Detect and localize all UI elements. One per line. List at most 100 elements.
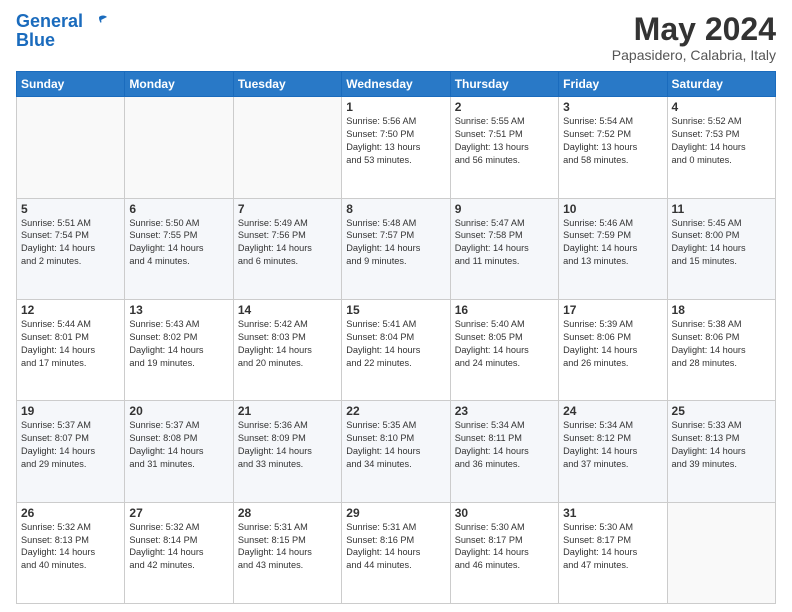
calendar-cell: 8Sunrise: 5:48 AMSunset: 7:57 PMDaylight… [342, 198, 450, 299]
day-number: 17 [563, 303, 662, 317]
day-number: 9 [455, 202, 554, 216]
day-number: 6 [129, 202, 228, 216]
calendar-week-row: 19Sunrise: 5:37 AMSunset: 8:07 PMDayligh… [17, 401, 776, 502]
calendar-cell: 13Sunrise: 5:43 AMSunset: 8:02 PMDayligh… [125, 299, 233, 400]
calendar-cell: 25Sunrise: 5:33 AMSunset: 8:13 PMDayligh… [667, 401, 775, 502]
weekday-header: Tuesday [233, 72, 341, 97]
calendar-week-row: 26Sunrise: 5:32 AMSunset: 8:13 PMDayligh… [17, 502, 776, 603]
day-number: 26 [21, 506, 120, 520]
calendar-cell: 24Sunrise: 5:34 AMSunset: 8:12 PMDayligh… [559, 401, 667, 502]
logo-general: General [16, 11, 83, 31]
calendar-cell: 28Sunrise: 5:31 AMSunset: 8:15 PMDayligh… [233, 502, 341, 603]
calendar-cell: 21Sunrise: 5:36 AMSunset: 8:09 PMDayligh… [233, 401, 341, 502]
day-info: Sunrise: 5:33 AMSunset: 8:13 PMDaylight:… [672, 419, 771, 471]
day-info: Sunrise: 5:47 AMSunset: 7:58 PMDaylight:… [455, 217, 554, 269]
day-info: Sunrise: 5:30 AMSunset: 8:17 PMDaylight:… [455, 521, 554, 573]
day-number: 23 [455, 404, 554, 418]
weekday-header-row: SundayMondayTuesdayWednesdayThursdayFrid… [17, 72, 776, 97]
calendar-week-row: 1Sunrise: 5:56 AMSunset: 7:50 PMDaylight… [17, 97, 776, 198]
calendar-cell [125, 97, 233, 198]
weekday-header: Monday [125, 72, 233, 97]
day-number: 5 [21, 202, 120, 216]
calendar-cell: 23Sunrise: 5:34 AMSunset: 8:11 PMDayligh… [450, 401, 558, 502]
day-info: Sunrise: 5:52 AMSunset: 7:53 PMDaylight:… [672, 115, 771, 167]
day-number: 2 [455, 100, 554, 114]
day-info: Sunrise: 5:35 AMSunset: 8:10 PMDaylight:… [346, 419, 445, 471]
day-number: 30 [455, 506, 554, 520]
day-info: Sunrise: 5:54 AMSunset: 7:52 PMDaylight:… [563, 115, 662, 167]
day-info: Sunrise: 5:36 AMSunset: 8:09 PMDaylight:… [238, 419, 337, 471]
calendar-cell: 30Sunrise: 5:30 AMSunset: 8:17 PMDayligh… [450, 502, 558, 603]
day-info: Sunrise: 5:31 AMSunset: 8:15 PMDaylight:… [238, 521, 337, 573]
location: Papasidero, Calabria, Italy [612, 47, 776, 63]
day-number: 27 [129, 506, 228, 520]
page: General Blue May 2024 Papasidero, Calabr… [0, 0, 792, 612]
day-info: Sunrise: 5:56 AMSunset: 7:50 PMDaylight:… [346, 115, 445, 167]
weekday-header: Wednesday [342, 72, 450, 97]
day-number: 3 [563, 100, 662, 114]
day-info: Sunrise: 5:34 AMSunset: 8:12 PMDaylight:… [563, 419, 662, 471]
day-info: Sunrise: 5:46 AMSunset: 7:59 PMDaylight:… [563, 217, 662, 269]
day-info: Sunrise: 5:49 AMSunset: 7:56 PMDaylight:… [238, 217, 337, 269]
calendar-cell [17, 97, 125, 198]
day-info: Sunrise: 5:37 AMSunset: 8:08 PMDaylight:… [129, 419, 228, 471]
calendar-cell: 9Sunrise: 5:47 AMSunset: 7:58 PMDaylight… [450, 198, 558, 299]
day-number: 7 [238, 202, 337, 216]
day-number: 15 [346, 303, 445, 317]
day-number: 21 [238, 404, 337, 418]
day-info: Sunrise: 5:45 AMSunset: 8:00 PMDaylight:… [672, 217, 771, 269]
calendar-cell: 15Sunrise: 5:41 AMSunset: 8:04 PMDayligh… [342, 299, 450, 400]
calendar-cell: 26Sunrise: 5:32 AMSunset: 8:13 PMDayligh… [17, 502, 125, 603]
calendar-cell: 2Sunrise: 5:55 AMSunset: 7:51 PMDaylight… [450, 97, 558, 198]
day-number: 18 [672, 303, 771, 317]
title-block: May 2024 Papasidero, Calabria, Italy [612, 12, 776, 63]
day-info: Sunrise: 5:41 AMSunset: 8:04 PMDaylight:… [346, 318, 445, 370]
day-info: Sunrise: 5:31 AMSunset: 8:16 PMDaylight:… [346, 521, 445, 573]
day-number: 4 [672, 100, 771, 114]
weekday-header: Thursday [450, 72, 558, 97]
day-number: 22 [346, 404, 445, 418]
day-number: 29 [346, 506, 445, 520]
calendar-cell: 11Sunrise: 5:45 AMSunset: 8:00 PMDayligh… [667, 198, 775, 299]
calendar-cell: 14Sunrise: 5:42 AMSunset: 8:03 PMDayligh… [233, 299, 341, 400]
day-info: Sunrise: 5:39 AMSunset: 8:06 PMDaylight:… [563, 318, 662, 370]
calendar-cell: 7Sunrise: 5:49 AMSunset: 7:56 PMDaylight… [233, 198, 341, 299]
calendar-cell [233, 97, 341, 198]
calendar-week-row: 5Sunrise: 5:51 AMSunset: 7:54 PMDaylight… [17, 198, 776, 299]
day-info: Sunrise: 5:42 AMSunset: 8:03 PMDaylight:… [238, 318, 337, 370]
calendar-cell: 18Sunrise: 5:38 AMSunset: 8:06 PMDayligh… [667, 299, 775, 400]
day-info: Sunrise: 5:40 AMSunset: 8:05 PMDaylight:… [455, 318, 554, 370]
day-number: 20 [129, 404, 228, 418]
calendar-cell: 3Sunrise: 5:54 AMSunset: 7:52 PMDaylight… [559, 97, 667, 198]
day-info: Sunrise: 5:48 AMSunset: 7:57 PMDaylight:… [346, 217, 445, 269]
day-info: Sunrise: 5:37 AMSunset: 8:07 PMDaylight:… [21, 419, 120, 471]
calendar-cell: 22Sunrise: 5:35 AMSunset: 8:10 PMDayligh… [342, 401, 450, 502]
calendar-week-row: 12Sunrise: 5:44 AMSunset: 8:01 PMDayligh… [17, 299, 776, 400]
day-number: 11 [672, 202, 771, 216]
month-title: May 2024 [612, 12, 776, 47]
day-info: Sunrise: 5:32 AMSunset: 8:13 PMDaylight:… [21, 521, 120, 573]
day-info: Sunrise: 5:34 AMSunset: 8:11 PMDaylight:… [455, 419, 554, 471]
calendar-cell: 20Sunrise: 5:37 AMSunset: 8:08 PMDayligh… [125, 401, 233, 502]
day-info: Sunrise: 5:38 AMSunset: 8:06 PMDaylight:… [672, 318, 771, 370]
calendar-cell: 10Sunrise: 5:46 AMSunset: 7:59 PMDayligh… [559, 198, 667, 299]
calendar-cell: 16Sunrise: 5:40 AMSunset: 8:05 PMDayligh… [450, 299, 558, 400]
day-info: Sunrise: 5:32 AMSunset: 8:14 PMDaylight:… [129, 521, 228, 573]
day-number: 8 [346, 202, 445, 216]
day-number: 1 [346, 100, 445, 114]
day-number: 24 [563, 404, 662, 418]
logo-bird-icon [89, 15, 109, 29]
calendar-cell: 31Sunrise: 5:30 AMSunset: 8:17 PMDayligh… [559, 502, 667, 603]
day-info: Sunrise: 5:43 AMSunset: 8:02 PMDaylight:… [129, 318, 228, 370]
logo-text: General [16, 12, 109, 32]
day-number: 14 [238, 303, 337, 317]
day-number: 31 [563, 506, 662, 520]
calendar-cell: 12Sunrise: 5:44 AMSunset: 8:01 PMDayligh… [17, 299, 125, 400]
day-number: 25 [672, 404, 771, 418]
day-number: 13 [129, 303, 228, 317]
day-info: Sunrise: 5:30 AMSunset: 8:17 PMDaylight:… [563, 521, 662, 573]
day-number: 10 [563, 202, 662, 216]
logo-blue: Blue [16, 30, 109, 51]
weekday-header: Saturday [667, 72, 775, 97]
day-info: Sunrise: 5:51 AMSunset: 7:54 PMDaylight:… [21, 217, 120, 269]
